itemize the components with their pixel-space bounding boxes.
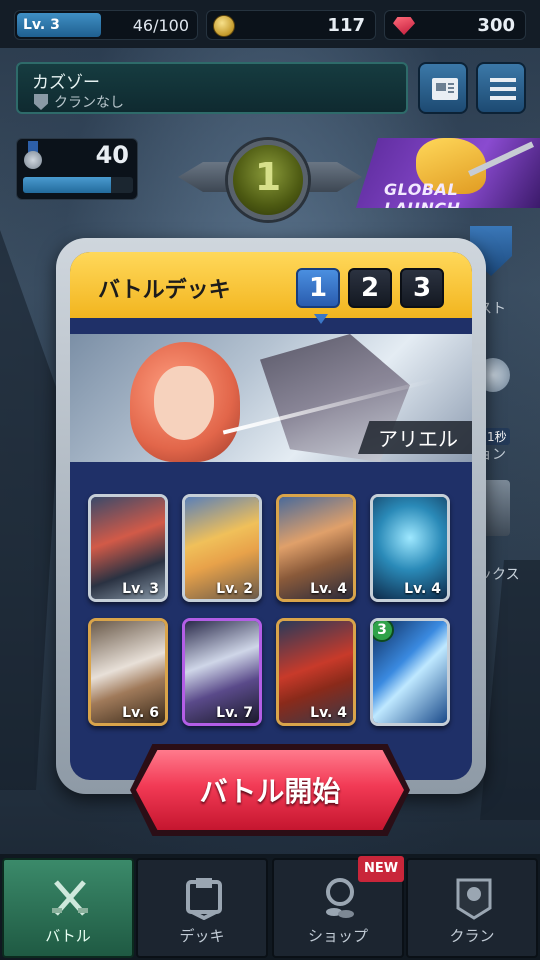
gem-value: 300: [477, 15, 515, 36]
scenery-left: [0, 230, 60, 790]
start-battle-label: バトル開始: [199, 775, 341, 808]
crossed-swords-icon: [52, 880, 88, 916]
hero-portrait: [154, 366, 214, 440]
xp-value: 46/100: [132, 16, 189, 35]
nav-deck-label: デッキ: [179, 927, 225, 945]
gem-icon: [393, 17, 415, 35]
deck-card-8[interactable]: 3: [370, 618, 450, 726]
clan-shield-icon: [34, 94, 48, 110]
trophy-count: 40: [95, 141, 129, 169]
scenery-right: [480, 560, 540, 820]
deck-header: バトルデッキ 1 2 3: [70, 252, 472, 324]
card-cost-badge: 3: [373, 621, 394, 642]
side-item-3-label: ックス: [478, 567, 520, 583]
trophy-progress-fill: [23, 177, 111, 193]
medal-icon: [23, 141, 43, 169]
nav-clan-label: クラン: [449, 927, 495, 945]
shop-new-badge: NEW: [358, 856, 404, 882]
card-level: Lv. 3: [122, 581, 159, 597]
deck-card-2[interactable]: Lv. 2: [182, 494, 262, 602]
card-level: Lv. 6: [122, 705, 159, 721]
card-level: Lv. 7: [216, 705, 253, 721]
deck-title: バトルデッキ: [98, 278, 231, 303]
coin-icon: [213, 15, 235, 37]
menu-button[interactable]: [476, 62, 526, 114]
deck-card-7[interactable]: Lv. 4: [276, 618, 356, 726]
nav-shop-label: ショップ: [307, 927, 368, 945]
arena-number: 1: [254, 155, 282, 199]
deck-card-6[interactable]: Lv. 7: [182, 618, 262, 726]
player-name: カズゾー: [32, 73, 100, 93]
battle-deck-panel: バトルデッキ 1 2 3 アリエル Lv. 3 Lv. 2 Lv. 4 Lv. …: [56, 238, 486, 794]
start-battle-button[interactable]: バトル開始: [130, 744, 410, 836]
hero-name: アリエル: [358, 421, 472, 454]
card-level: Lv. 4: [404, 581, 441, 597]
player-profile-box[interactable]: カズゾー クランなし: [16, 62, 408, 114]
active-tab-pointer: [314, 314, 328, 324]
banner-text: GLOBAL LAUNCH: [384, 180, 460, 208]
shop-icon: [326, 878, 354, 918]
card-level: Lv. 4: [310, 705, 347, 721]
deck-card-4[interactable]: Lv. 4: [370, 494, 450, 602]
nav-battle[interactable]: バトル: [2, 858, 134, 958]
clan-banner-icon: [456, 878, 492, 920]
side-timer-badge: 1秒: [484, 428, 510, 445]
gem-counter[interactable]: 300: [384, 10, 526, 40]
deck-panel-inner: バトルデッキ 1 2 3 アリエル Lv. 3 Lv. 2 Lv. 4 Lv. …: [70, 252, 472, 780]
top-status-bar: Lv. 3 46/100 117 300: [0, 0, 540, 48]
deck-tab-1[interactable]: 1: [296, 268, 340, 308]
trophy-panel[interactable]: 40: [16, 138, 138, 200]
newspaper-icon: [432, 78, 458, 100]
nav-deck[interactable]: デッキ: [136, 858, 268, 958]
nav-battle-label: バトル: [45, 927, 91, 945]
trophy-progress-bar: [23, 177, 133, 193]
deck-tab-3[interactable]: 3: [400, 268, 444, 308]
deck-tab-2[interactable]: 2: [348, 268, 392, 308]
player-level: Lv. 3: [23, 17, 60, 33]
deck-card-1[interactable]: Lv. 3: [88, 494, 168, 602]
deck-icon: [186, 878, 222, 920]
news-button[interactable]: [418, 62, 468, 114]
bottom-navigation: バトル デッキ ショップ クラン: [0, 854, 540, 960]
nav-clan[interactable]: クラン: [406, 858, 538, 958]
coin-counter[interactable]: 117: [206, 10, 376, 40]
deck-card-3[interactable]: Lv. 4: [276, 494, 356, 602]
coin-value: 117: [327, 15, 365, 36]
deck-cards-grid: Lv. 3 Lv. 2 Lv. 4 Lv. 4 Lv. 6 Lv. 7 Lv. …: [70, 472, 472, 752]
global-launch-banner[interactable]: GLOBAL LAUNCH: [356, 138, 540, 208]
card-level: Lv. 4: [310, 581, 347, 597]
side-item-1-label: スト: [478, 301, 506, 317]
side-item-2-label: ョン: [478, 447, 506, 463]
level-xp-bar[interactable]: Lv. 3 46/100: [14, 10, 198, 40]
deck-card-5[interactable]: Lv. 6: [88, 618, 168, 726]
arena-badge[interactable]: 1: [228, 140, 308, 220]
list-menu-icon: [490, 78, 516, 100]
card-level: Lv. 2: [216, 581, 253, 597]
clan-status: クランなし: [54, 95, 124, 111]
hero-banner[interactable]: アリエル: [70, 334, 472, 462]
